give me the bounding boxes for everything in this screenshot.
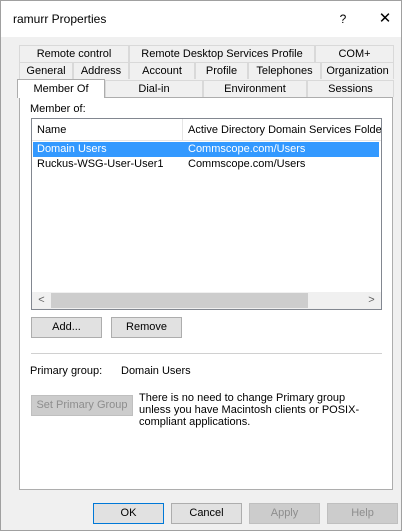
close-icon[interactable]: ✕	[373, 7, 397, 31]
tab-environment[interactable]: Environment	[203, 80, 307, 97]
member-of-list[interactable]: Name Active Directory Domain Services Fo…	[31, 118, 382, 310]
cancel-button[interactable]: Cancel	[171, 503, 242, 524]
scroll-right-icon[interactable]: >	[363, 292, 380, 309]
remove-button[interactable]: Remove	[111, 317, 182, 338]
row-folder: Commscope.com/Users	[188, 143, 306, 155]
separator	[31, 353, 382, 354]
properties-window: ramurr Properties ? ✕ Remote control Rem…	[0, 0, 402, 531]
tab-address[interactable]: Address	[73, 62, 129, 79]
column-header-name[interactable]: Name	[32, 119, 183, 141]
list-header: Name Active Directory Domain Services Fo…	[32, 119, 381, 141]
tab-profile[interactable]: Profile	[195, 62, 248, 79]
ok-button[interactable]: OK	[93, 503, 164, 524]
help-icon[interactable]: ?	[331, 7, 355, 31]
primary-group-label: Primary group:	[30, 365, 103, 377]
primary-group-value: Domain Users	[121, 365, 191, 377]
set-primary-group-button[interactable]: Set Primary Group	[31, 395, 133, 416]
list-row[interactable]: Domain Users Commscope.com/Users	[33, 142, 379, 157]
help-button[interactable]: Help	[327, 503, 398, 524]
row-name: Domain Users	[37, 143, 107, 155]
row-name: Ruckus-WSG-User-User1	[37, 158, 164, 170]
tab-general[interactable]: General	[19, 62, 73, 79]
tab-sessions[interactable]: Sessions	[307, 80, 394, 97]
tab-telephones[interactable]: Telephones	[248, 62, 321, 79]
tab-organization[interactable]: Organization	[321, 62, 394, 79]
add-button[interactable]: Add...	[31, 317, 102, 338]
scroll-thumb[interactable]	[51, 293, 308, 308]
tab-remote-desktop-services-profile[interactable]: Remote Desktop Services Profile	[129, 45, 315, 62]
member-of-label: Member of:	[30, 103, 86, 115]
scroll-left-icon[interactable]: <	[33, 292, 50, 309]
list-row[interactable]: Ruckus-WSG-User-User1 Commscope.com/User…	[33, 157, 379, 172]
tab-member-of[interactable]: Member Of	[17, 79, 105, 98]
tab-account[interactable]: Account	[129, 62, 195, 79]
primary-group-note: There is no need to change Primary group…	[139, 392, 360, 428]
title-bar: ramurr Properties ? ✕	[1, 1, 401, 37]
column-header-folder[interactable]: Active Directory Domain Services Folder	[183, 119, 381, 141]
window-title: ramurr Properties	[13, 12, 107, 26]
tab-dial-in[interactable]: Dial-in	[105, 80, 203, 97]
member-of-panel: Member of: Name Active Directory Domain …	[19, 97, 393, 490]
row-folder: Commscope.com/Users	[188, 158, 306, 170]
tab-remote-control[interactable]: Remote control	[19, 45, 129, 62]
tab-com-plus[interactable]: COM+	[315, 45, 394, 62]
apply-button[interactable]: Apply	[249, 503, 320, 524]
horizontal-scrollbar[interactable]: < >	[32, 292, 381, 309]
dialog-body: Remote control Remote Desktop Services P…	[1, 37, 401, 530]
